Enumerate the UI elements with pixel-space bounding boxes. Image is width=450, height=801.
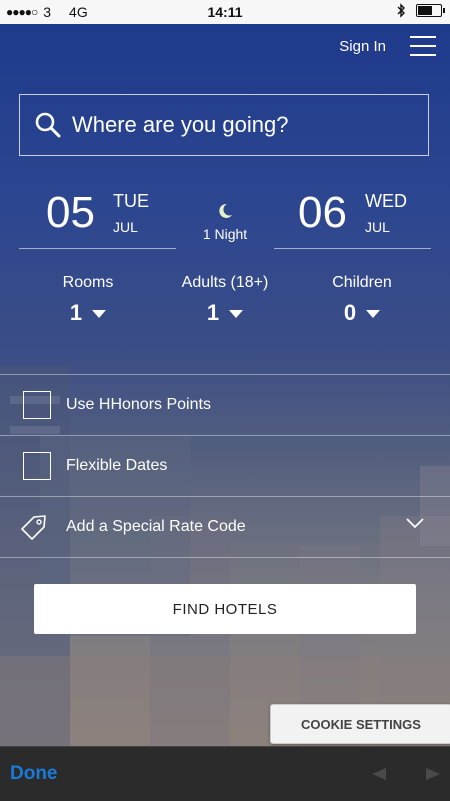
divider	[0, 557, 450, 558]
rooms-value-row: 1	[18, 300, 158, 326]
check-in-date[interactable]: 05 TUE JUL	[19, 184, 176, 249]
adults-value: 1	[206, 300, 220, 325]
children-value-row: 0	[292, 300, 432, 326]
chevron-down-icon	[366, 310, 381, 318]
bluetooth-icon	[397, 3, 405, 18]
adults-selector[interactable]: Adults (18+) 1	[155, 274, 295, 326]
previous-arrow-icon[interactable]	[372, 768, 386, 780]
children-selector[interactable]: Children 0	[292, 274, 432, 326]
status-right	[397, 3, 445, 18]
children-value: 0	[343, 300, 357, 325]
battery-level	[418, 6, 433, 15]
done-button[interactable]: Done	[10, 763, 58, 785]
check-out-month: JUL	[365, 219, 390, 235]
tag-icon	[21, 515, 46, 540]
search-placeholder: Where are you going?	[72, 112, 289, 137]
rooms-label: Rooms	[62, 274, 114, 291]
special-rate-code-option[interactable]: Add a Special Rate Code	[0, 496, 450, 557]
flexible-dates-option[interactable]: Flexible Dates	[0, 435, 450, 496]
chevron-down-icon	[92, 310, 107, 318]
booking-screen: Sign In Where are you going? 05 TUE JUL …	[0, 24, 450, 746]
sign-in-link[interactable]: Sign In	[339, 38, 386, 55]
check-in-month: JUL	[113, 219, 138, 235]
moon-icon	[219, 203, 232, 218]
destination-search-input[interactable]: Where are you going?	[19, 94, 429, 156]
adults-value-row: 1	[155, 300, 295, 326]
check-out-day: 06	[298, 188, 347, 237]
find-hotels-button[interactable]: FIND HOTELS	[34, 584, 416, 634]
flexible-dates-label: Flexible Dates	[66, 457, 168, 474]
nights-label: 1 Night	[202, 226, 248, 242]
top-nav: Sign In	[339, 36, 436, 56]
hhonors-checkbox[interactable]	[23, 391, 51, 419]
status-bar: ●●●●○ 3 4G 14:11	[0, 0, 450, 24]
check-out-date[interactable]: 06 WED JUL	[274, 184, 431, 249]
special-rate-code-label: Add a Special Rate Code	[66, 518, 246, 535]
nights-indicator: 1 Night	[190, 202, 260, 244]
rooms-value: 1	[69, 300, 83, 325]
rooms-selector[interactable]: Rooms 1	[18, 274, 158, 326]
status-time: 14:11	[207, 4, 243, 20]
hhonors-points-option[interactable]: Use HHonors Points	[0, 374, 450, 435]
adults-label: Adults (18+)	[181, 274, 269, 291]
hhonors-label: Use HHonors Points	[66, 396, 211, 413]
next-arrow-icon[interactable]	[426, 768, 440, 780]
check-in-day: 05	[46, 188, 95, 237]
battery-icon	[416, 4, 445, 17]
keyboard-accessory-bar: Done	[0, 746, 450, 801]
check-in-weekday: TUE	[113, 191, 149, 211]
children-label: Children	[332, 274, 392, 291]
flexible-dates-checkbox[interactable]	[23, 452, 51, 480]
cookie-settings-button[interactable]: COOKIE SETTINGS	[270, 704, 450, 744]
chevron-down-icon	[229, 310, 244, 318]
hamburger-menu-icon[interactable]	[410, 36, 436, 56]
chevron-down-icon	[406, 518, 424, 529]
check-out-weekday: WED	[365, 191, 407, 211]
search-icon	[35, 112, 61, 138]
